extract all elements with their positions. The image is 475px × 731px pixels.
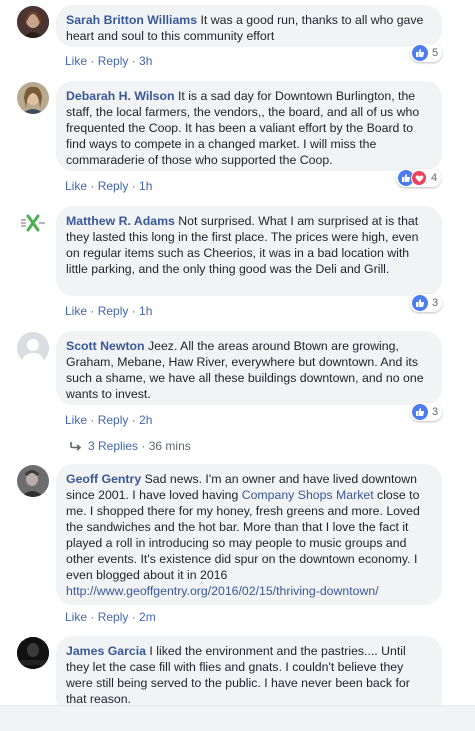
reply-arrow-icon: [70, 440, 82, 454]
avatar[interactable]: [17, 6, 49, 38]
company-shops-market-link[interactable]: Company Shops Market: [242, 488, 374, 502]
view-replies-link[interactable]: 3 Replies · 36 mins: [70, 439, 191, 454]
reaction-summary[interactable]: 4: [396, 169, 442, 187]
love-reaction-icon: [411, 170, 427, 186]
reply-button[interactable]: Reply: [98, 54, 129, 68]
comment-author[interactable]: Debarah H. Wilson: [66, 89, 175, 103]
comment-actions: Like · Reply · 1h: [65, 179, 153, 193]
profile-photo-icon: [17, 465, 49, 497]
comment-author[interactable]: Matthew R. Adams: [66, 214, 175, 228]
comment-text-cont: close to me. I shopped there for my hone…: [66, 488, 420, 582]
reply-button[interactable]: Reply: [98, 179, 129, 193]
like-reaction-icon: [412, 45, 428, 61]
avatar[interactable]: [17, 207, 49, 239]
profile-photo-icon: [17, 637, 49, 669]
comment-timestamp[interactable]: 1h: [139, 304, 152, 318]
comment-actions: Like · Reply · 3h: [65, 54, 153, 68]
avatar[interactable]: [17, 465, 49, 497]
comment-timestamp[interactable]: 2m: [139, 610, 156, 624]
replies-count[interactable]: 3 Replies: [88, 439, 138, 453]
comment-actions: Like · Reply · 2h: [65, 413, 153, 427]
reaction-count: 4: [431, 172, 438, 184]
comment-bubble: Sarah Britton Williams It was a good run…: [56, 5, 442, 47]
comment-timestamp[interactable]: 3h: [139, 54, 152, 68]
default-profile-icon: [17, 332, 49, 364]
avatar[interactable]: [17, 637, 49, 669]
like-button[interactable]: Like: [65, 413, 87, 427]
reply-button[interactable]: Reply: [98, 610, 129, 624]
reaction-count: 3: [432, 406, 439, 418]
comment-bubble: Debarah H. Wilson It is a sad day for Do…: [56, 81, 442, 171]
like-button[interactable]: Like: [65, 54, 87, 68]
like-button[interactable]: Like: [65, 304, 87, 318]
comment-bubble: Matthew R. Adams Not surprised. What I a…: [56, 206, 442, 296]
like-reaction-icon: [412, 404, 428, 420]
profile-photo-icon: [17, 6, 49, 38]
avatar[interactable]: [17, 82, 49, 114]
comment-actions: Like · Reply · 1h: [65, 304, 153, 318]
comment-author[interactable]: Geoff Gentry: [66, 472, 141, 486]
reply-button[interactable]: Reply: [98, 413, 129, 427]
comment-timestamp[interactable]: 2h: [139, 413, 152, 427]
blog-url-link[interactable]: http://www.geoffgentry.org/2016/02/15/th…: [66, 584, 379, 598]
comment-author[interactable]: Sarah Britton Williams: [66, 13, 197, 27]
reaction-summary[interactable]: 3: [410, 294, 443, 312]
like-button[interactable]: Like: [65, 179, 87, 193]
reaction-summary[interactable]: 3: [410, 403, 443, 421]
reply-button[interactable]: Reply: [98, 304, 129, 318]
replies-time: 36 mins: [148, 439, 191, 453]
avatar[interactable]: [17, 332, 49, 364]
like-reaction-icon: [412, 295, 428, 311]
reaction-summary[interactable]: 5: [410, 44, 443, 62]
comment-author[interactable]: James Garcia: [66, 644, 146, 658]
comment-author[interactable]: Scott Newton: [66, 339, 145, 353]
profile-photo-icon: [17, 82, 49, 114]
reaction-count: 5: [432, 47, 439, 59]
reaction-count: 3: [432, 297, 439, 309]
comment-timestamp[interactable]: 1h: [139, 179, 152, 193]
comment-bubble: Scott Newton Jeez. All the areas around …: [56, 331, 442, 405]
profile-logo-icon: [17, 207, 49, 239]
comment-bubble: James Garcia I liked the environment and…: [56, 636, 442, 716]
comment-actions: Like · Reply · 2m: [65, 610, 156, 624]
bottom-bar: [0, 705, 475, 731]
like-button[interactable]: Like: [65, 610, 87, 624]
comment-bubble: Geoff Gentry Sad news. I'm an owner and …: [56, 464, 442, 605]
